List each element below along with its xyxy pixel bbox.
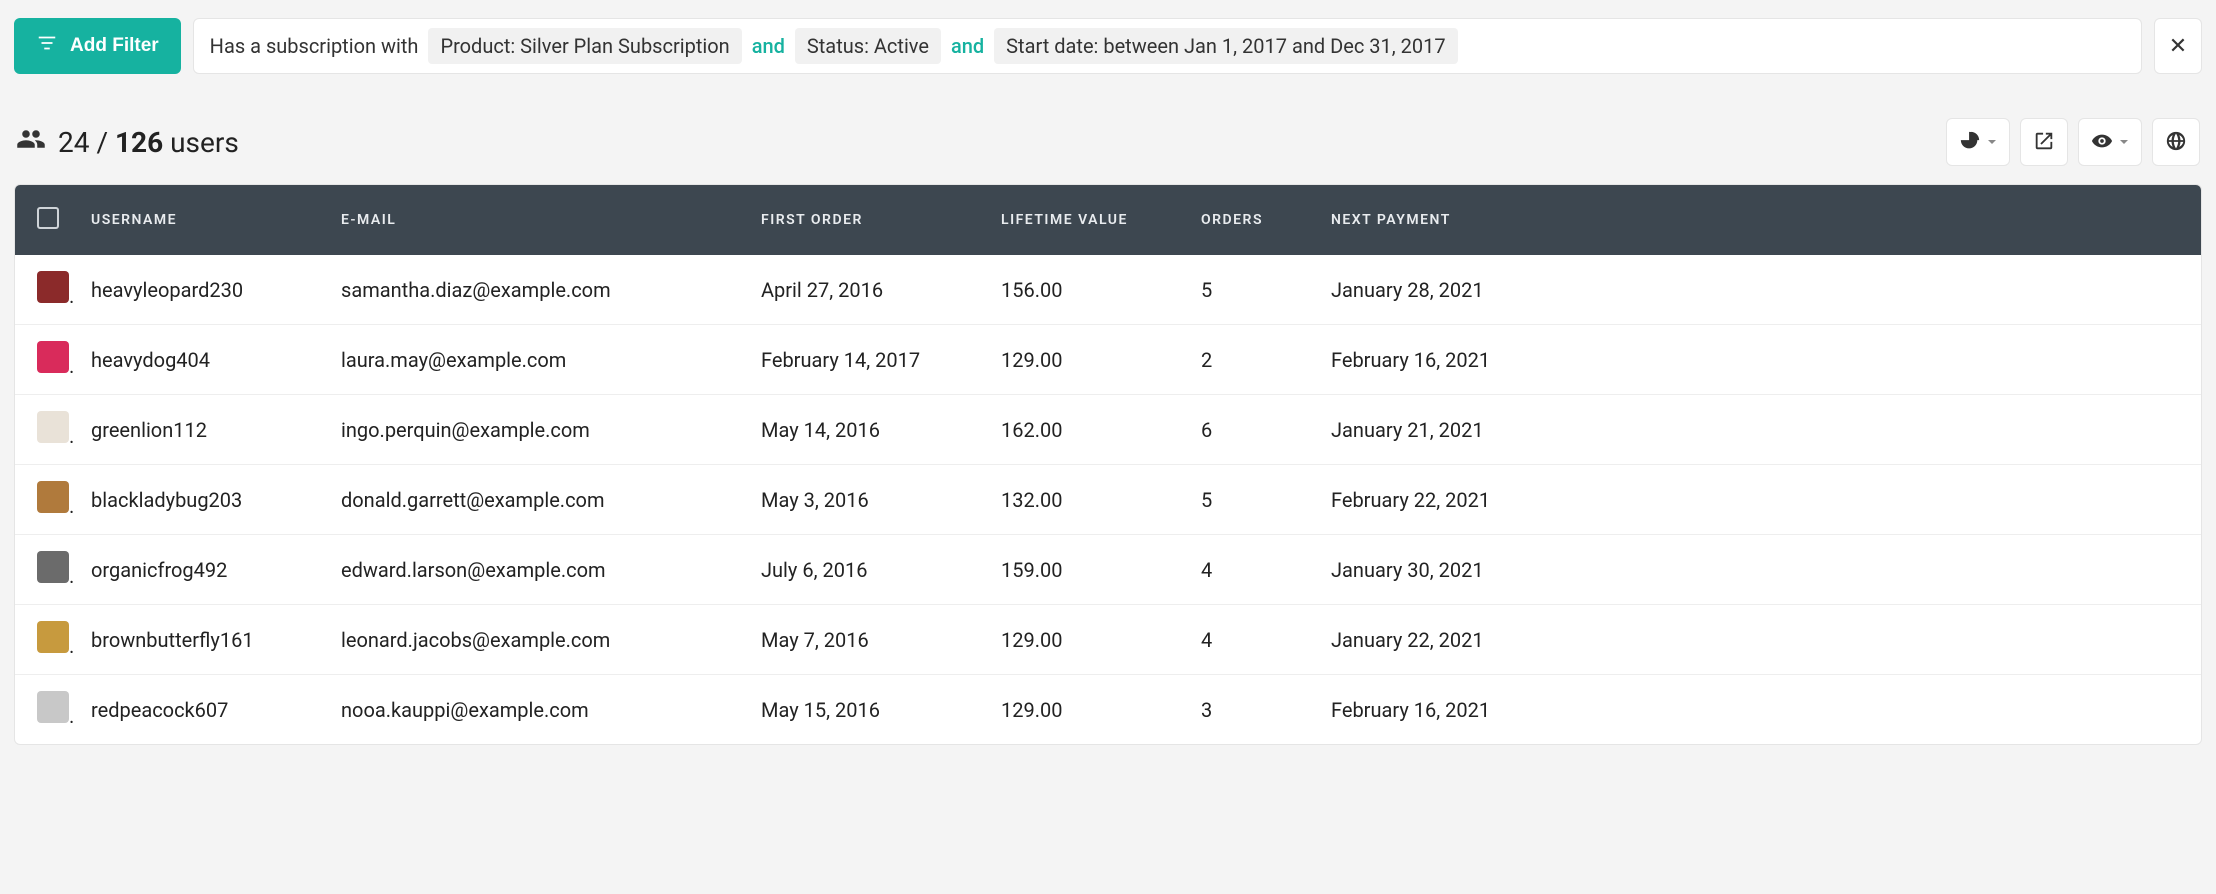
result-count-word: users (170, 126, 239, 159)
col-first-order[interactable]: FIRST ORDER (743, 185, 983, 255)
eye-icon (2091, 130, 2113, 155)
cell-first-order: May 14, 2016 (743, 395, 983, 465)
cell-first-order: April 27, 2016 (743, 255, 983, 325)
table-actions (1946, 118, 2200, 166)
avatar (37, 691, 69, 723)
cell-username: organicfrog492 (73, 535, 323, 605)
globe-icon (2165, 130, 2187, 155)
cell-orders: 5 (1183, 255, 1313, 325)
chevron-down-icon (2119, 135, 2129, 150)
export-icon (2033, 130, 2055, 155)
cell-next-payment: January 28, 2021 (1313, 255, 2201, 325)
users-table: USERNAME E-MAIL FIRST ORDER LIFETIME VAL… (14, 184, 2202, 745)
cell-email: leonard.jacobs@example.com (323, 605, 743, 675)
col-orders[interactable]: ORDERS (1183, 185, 1313, 255)
close-icon: ✕ (2169, 33, 2187, 59)
cell-username: greenlion112 (73, 395, 323, 465)
table-row[interactable]: heavyleopard230samantha.diaz@example.com… (15, 255, 2201, 325)
cell-ltv: 129.00 (983, 675, 1183, 745)
filter-prefix: Has a subscription with (210, 34, 419, 58)
cell-ltv: 129.00 (983, 325, 1183, 395)
cell-username: blackladybug203 (73, 465, 323, 535)
clear-filter-button[interactable]: ✕ (2154, 18, 2202, 74)
result-count-total: 126 (115, 126, 163, 159)
cell-next-payment: February 22, 2021 (1313, 465, 2201, 535)
cell-next-payment: February 16, 2021 (1313, 325, 2201, 395)
cell-orders: 5 (1183, 465, 1313, 535)
cell-next-payment: January 22, 2021 (1313, 605, 2201, 675)
filter-icon (36, 32, 58, 60)
cell-username: heavyleopard230 (73, 255, 323, 325)
cell-ltv: 132.00 (983, 465, 1183, 535)
cell-email: nooa.kauppi@example.com (323, 675, 743, 745)
chart-button[interactable] (1946, 118, 2010, 166)
cell-first-order: May 15, 2016 (743, 675, 983, 745)
table-row[interactable]: brownbutterfly161leonard.jacobs@example.… (15, 605, 2201, 675)
add-filter-label: Add Filter (70, 35, 159, 57)
avatar (37, 341, 69, 373)
result-count: 24 / 126 users (16, 124, 239, 161)
cell-orders: 3 (1183, 675, 1313, 745)
select-all-checkbox[interactable] (37, 207, 59, 229)
visibility-button[interactable] (2078, 118, 2142, 166)
cell-email: samantha.diaz@example.com (323, 255, 743, 325)
cell-next-payment: February 16, 2021 (1313, 675, 2201, 745)
avatar (37, 411, 69, 443)
result-count-sep: / (96, 126, 108, 159)
filter-and-2: and (951, 34, 984, 58)
cell-email: ingo.perquin@example.com (323, 395, 743, 465)
filter-chip-status[interactable]: Status: Active (795, 28, 941, 64)
cell-next-payment: January 30, 2021 (1313, 535, 2201, 605)
result-count-shown: 24 (58, 126, 89, 159)
cell-orders: 2 (1183, 325, 1313, 395)
chevron-down-icon (1987, 135, 1997, 150)
avatar (37, 621, 69, 653)
cell-first-order: May 3, 2016 (743, 465, 983, 535)
table-row[interactable]: greenlion112ingo.perquin@example.comMay … (15, 395, 2201, 465)
table-row[interactable]: redpeacock607nooa.kauppi@example.comMay … (15, 675, 2201, 745)
col-next-payment[interactable]: NEXT PAYMENT (1313, 185, 2201, 255)
cell-ltv: 156.00 (983, 255, 1183, 325)
col-username[interactable]: USERNAME (73, 185, 323, 255)
cell-first-order: May 7, 2016 (743, 605, 983, 675)
cell-ltv: 159.00 (983, 535, 1183, 605)
cell-orders: 4 (1183, 535, 1313, 605)
users-icon (16, 124, 46, 161)
col-ltv[interactable]: LIFETIME VALUE (983, 185, 1183, 255)
filter-chip-startdate[interactable]: Start date: between Jan 1, 2017 and Dec … (994, 28, 1457, 64)
table-row[interactable]: organicfrog492edward.larson@example.comJ… (15, 535, 2201, 605)
table-row[interactable]: heavydog404laura.may@example.comFebruary… (15, 325, 2201, 395)
filter-and-1: and (752, 34, 785, 58)
cell-ltv: 129.00 (983, 605, 1183, 675)
avatar (37, 481, 69, 513)
col-email[interactable]: E-MAIL (323, 185, 743, 255)
table-row[interactable]: blackladybug203donald.garrett@example.co… (15, 465, 2201, 535)
cell-email: edward.larson@example.com (323, 535, 743, 605)
export-button[interactable] (2020, 118, 2068, 166)
cell-next-payment: January 21, 2021 (1313, 395, 2201, 465)
avatar (37, 551, 69, 583)
cell-username: brownbutterfly161 (73, 605, 323, 675)
table-header-row: USERNAME E-MAIL FIRST ORDER LIFETIME VAL… (15, 185, 2201, 255)
active-filter-pill[interactable]: Has a subscription with Product: Silver … (193, 18, 2142, 74)
filter-bar: Add Filter Has a subscription with Produ… (14, 18, 2202, 74)
cell-email: donald.garrett@example.com (323, 465, 743, 535)
add-filter-button[interactable]: Add Filter (14, 18, 181, 74)
cell-email: laura.may@example.com (323, 325, 743, 395)
cell-first-order: July 6, 2016 (743, 535, 983, 605)
cell-ltv: 162.00 (983, 395, 1183, 465)
cell-first-order: February 14, 2017 (743, 325, 983, 395)
cell-username: redpeacock607 (73, 675, 323, 745)
cell-username: heavydog404 (73, 325, 323, 395)
pie-chart-icon (1959, 130, 1981, 155)
globe-button[interactable] (2152, 118, 2200, 166)
cell-orders: 4 (1183, 605, 1313, 675)
cell-orders: 6 (1183, 395, 1313, 465)
filter-chip-product[interactable]: Product: Silver Plan Subscription (428, 28, 741, 64)
avatar (37, 271, 69, 303)
